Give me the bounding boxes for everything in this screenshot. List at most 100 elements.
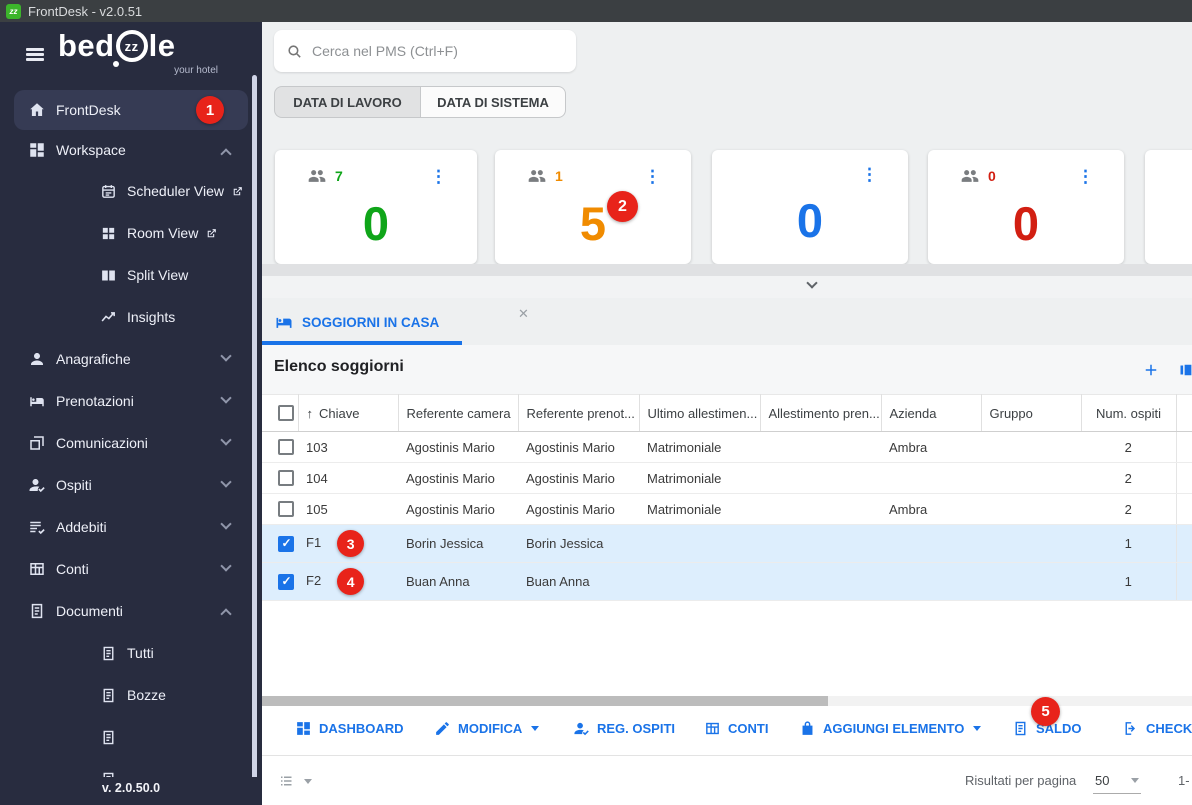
row-checkbox[interactable] bbox=[278, 470, 294, 486]
sidebar-item-anagrafiche[interactable]: Anagrafiche bbox=[14, 338, 248, 380]
global-search bbox=[274, 30, 576, 72]
sidebar: bed zz le your hotel FrontDesk 1 Workspa… bbox=[0, 22, 262, 805]
chevron-down-icon bbox=[220, 392, 232, 404]
chevron-down-icon bbox=[220, 476, 232, 488]
card-guest-count: 7 bbox=[335, 168, 343, 184]
sort-asc-icon: ↑ bbox=[306, 405, 314, 421]
column-header[interactable]: Allestimento pren... bbox=[760, 394, 882, 432]
row-checkbox[interactable] bbox=[278, 501, 294, 517]
copy-icon bbox=[30, 436, 44, 450]
menu-icon[interactable] bbox=[26, 48, 44, 61]
document-icon bbox=[31, 603, 43, 619]
sidebar-scrollbar[interactable] bbox=[252, 75, 257, 782]
sidebar-item-workspace[interactable]: Workspace bbox=[14, 130, 248, 170]
person-check-icon bbox=[574, 722, 589, 735]
sidebar-item-conti[interactable]: Conti bbox=[14, 548, 248, 590]
main-content: DATA DI LAVORO DATA DI SISTEMA 7 ⋮ 0 1 ⋮… bbox=[262, 22, 1192, 805]
table-row-selected[interactable]: F13 Borin Jessica Borin Jessica 1 bbox=[262, 524, 1192, 563]
document-icon bbox=[103, 688, 114, 702]
receipt-icon bbox=[1015, 721, 1026, 735]
calendar-icon bbox=[102, 184, 115, 198]
search-input[interactable] bbox=[312, 43, 564, 59]
people-icon bbox=[528, 170, 546, 182]
chevron-up-icon bbox=[220, 148, 232, 160]
stat-card-3: ⋮ 0 bbox=[712, 150, 908, 264]
table-row-selected[interactable]: F24 Buan Anna Buan Anna 1 bbox=[262, 562, 1192, 601]
stat-card-4: 0 ⋮ 0 bbox=[928, 150, 1124, 264]
column-header[interactable]: Ultimo allestimen... bbox=[639, 394, 761, 432]
card-guest-count: 0 bbox=[988, 168, 996, 184]
list-options-control[interactable] bbox=[278, 772, 312, 790]
card-value: 0 bbox=[1012, 197, 1040, 250]
divider-strip bbox=[262, 264, 1192, 276]
close-icon[interactable]: ✕ bbox=[518, 306, 529, 322]
window-title: FrontDesk - v2.0.51 bbox=[28, 3, 143, 19]
column-header[interactable]: Num. ospiti bbox=[1081, 394, 1177, 432]
sidebar-item-split-view[interactable]: Split View bbox=[14, 254, 248, 296]
app-version: v. 2.0.50.0 bbox=[0, 777, 262, 805]
kebab-menu-icon[interactable]: ⋮ bbox=[644, 168, 661, 185]
dashboard-button[interactable]: DASHBOARD bbox=[295, 706, 404, 750]
sidebar-item-insights[interactable]: Insights bbox=[14, 296, 248, 338]
stat-card-2: 1 ⋮ 5 2 bbox=[495, 150, 691, 264]
card-view-icon[interactable] bbox=[1176, 361, 1192, 379]
table-row[interactable]: 104 Agostinis Mario Agostinis Mario Matr… bbox=[262, 462, 1192, 494]
sidebar-item-anticipi[interactable] bbox=[14, 716, 248, 758]
external-link-icon bbox=[208, 228, 217, 237]
sidebar-item-documenti[interactable]: Documenti bbox=[14, 590, 248, 632]
chevron-up-icon bbox=[220, 608, 232, 620]
column-header[interactable]: Referente camera bbox=[398, 394, 519, 432]
column-header[interactable]: Gruppo bbox=[981, 394, 1082, 432]
results-range: 1- bbox=[1178, 773, 1190, 788]
sidebar-item-addebiti[interactable]: Addebiti bbox=[14, 506, 248, 548]
sidebar-item-tutti[interactable]: Tutti bbox=[14, 632, 248, 674]
results-per-page-select[interactable]: 50 bbox=[1093, 768, 1141, 794]
kebab-menu-icon[interactable]: ⋮ bbox=[861, 166, 878, 183]
callout-badge-3: 3 bbox=[337, 530, 365, 557]
aggiungi-elemento-button[interactable]: AGGIUNGI ELEMENTO bbox=[799, 706, 982, 750]
chevron-down-icon bbox=[806, 277, 818, 289]
insights-icon bbox=[101, 311, 115, 322]
search-icon bbox=[288, 44, 301, 58]
sidebar-item-room-view[interactable]: Room View bbox=[14, 212, 248, 254]
tab-soggiorni-in-casa[interactable]: SOGGIORNI IN CASA bbox=[274, 312, 439, 332]
tab-data-di-lavoro[interactable]: DATA DI LAVORO bbox=[274, 86, 420, 118]
logo-zz-icon: zz bbox=[112, 30, 148, 67]
sidebar-item-scheduler-view[interactable]: Scheduler View bbox=[14, 170, 248, 212]
column-header[interactable]: Referente prenot... bbox=[518, 394, 640, 432]
app-window: zz FrontDesk - v2.0.51 bed zz le your ho… bbox=[0, 0, 1192, 805]
people-icon bbox=[961, 170, 979, 182]
add-icon[interactable] bbox=[1142, 361, 1160, 379]
kebab-menu-icon[interactable]: ⋮ bbox=[1077, 168, 1094, 185]
pagination-bar: Risultati per pagina 50 1- bbox=[262, 755, 1192, 805]
tab-data-di-sistema[interactable]: DATA DI SISTEMA bbox=[420, 86, 566, 118]
app-icon: zz bbox=[6, 3, 21, 19]
sidebar-item-prenotazioni[interactable]: Prenotazioni bbox=[14, 380, 248, 422]
column-header-chiave[interactable]: ↑ Chiave bbox=[298, 394, 399, 432]
column-header[interactable]: Azienda bbox=[881, 394, 982, 432]
dropdown-caret-icon bbox=[973, 725, 982, 731]
dropdown-caret-icon bbox=[1131, 778, 1139, 783]
sidebar-item-comunicazioni[interactable]: Comunicazioni bbox=[14, 422, 248, 464]
row-checkbox[interactable] bbox=[278, 535, 294, 552]
kebab-menu-icon[interactable]: ⋮ bbox=[430, 168, 447, 185]
logout-icon bbox=[1125, 721, 1136, 735]
page-title: Elenco soggiorni bbox=[274, 358, 404, 375]
collapse-cards-bar[interactable] bbox=[262, 276, 1192, 298]
check-out-button[interactable]: CHECK-OUT bbox=[1122, 706, 1192, 750]
row-checkbox[interactable] bbox=[278, 439, 294, 455]
select-all-checkbox[interactable] bbox=[278, 405, 294, 421]
chevron-down-icon bbox=[220, 434, 232, 446]
modifica-button[interactable]: MODIFICA bbox=[434, 706, 540, 750]
logo-text-start: bed bbox=[58, 28, 115, 63]
scrollbar-thumb[interactable] bbox=[262, 696, 828, 706]
reg-ospiti-button[interactable]: REG. OSPITI bbox=[573, 706, 675, 750]
sidebar-item-frontdesk[interactable]: FrontDesk 1 bbox=[14, 90, 248, 130]
table-row[interactable]: 103 Agostinis Mario Agostinis Mario Matr… bbox=[262, 431, 1192, 463]
sidebar-item-ospiti[interactable]: Ospiti bbox=[14, 464, 248, 506]
conti-button[interactable]: CONTI bbox=[704, 706, 768, 750]
row-checkbox[interactable] bbox=[278, 573, 294, 590]
table-row[interactable]: 105 Agostinis Mario Agostinis Mario Matr… bbox=[262, 493, 1192, 525]
sidebar-item-bozze[interactable]: Bozze bbox=[14, 674, 248, 716]
stays-table: ↑ Chiave Referente camera Referente preno… bbox=[262, 394, 1192, 601]
